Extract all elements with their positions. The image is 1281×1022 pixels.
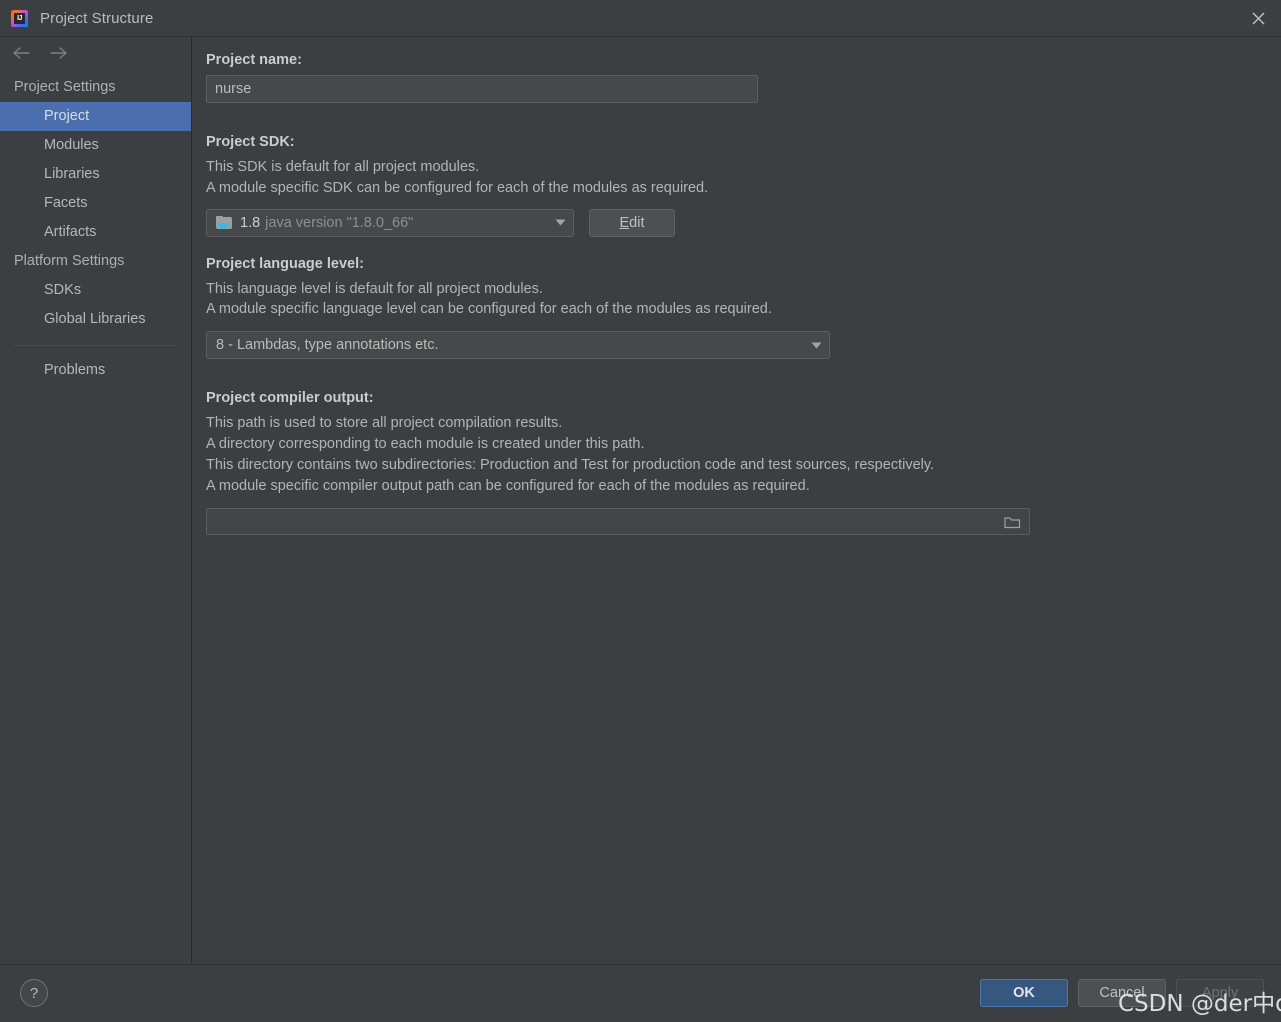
sidebar-item-project[interactable]: Project	[0, 102, 191, 131]
java-sdk-folder-icon	[216, 215, 233, 230]
help-button-label: ?	[29, 984, 39, 1002]
sidebar-separator	[14, 345, 177, 346]
sidebar-item-sdks[interactable]: SDKs	[0, 276, 191, 305]
language-level-description-line-1: This language level is default for all p…	[206, 280, 543, 297]
intellij-idea-icon-label: IJ	[14, 12, 25, 24]
project-name-value: nurse	[215, 81, 252, 97]
chevron-down-icon[interactable]	[547, 210, 573, 236]
tree-group-project-settings: Project Settings	[14, 79, 116, 95]
title-bar: IJ Project Structure	[0, 0, 1281, 37]
project-sdk-description-line-1: This SDK is default for all project modu…	[206, 159, 480, 175]
dialog-footer: ? OK Cancel Apply	[0, 964, 1281, 1022]
compiler-output-description-line-4: A module specific compiler output path c…	[206, 477, 810, 494]
project-sdk-version: 1.8	[240, 214, 261, 231]
ok-button[interactable]: OK	[980, 979, 1068, 1007]
folder-browse-icon[interactable]	[1004, 515, 1021, 529]
apply-button: Apply	[1176, 979, 1264, 1007]
arrow-right-icon[interactable]	[48, 43, 70, 63]
language-level-description-line-2: A module specific language level can be …	[206, 301, 772, 318]
compiler-output-description-line-1: This path is used to store all project c…	[206, 415, 563, 432]
edit-sdk-button[interactable]: Edit	[589, 208, 675, 237]
compiler-output-path-input[interactable]	[206, 508, 1030, 536]
compiler-output-label: Project compiler output:	[206, 390, 374, 407]
compiler-output-description-line-3: This directory contains two subdirectori…	[206, 456, 935, 473]
dialog-action-buttons: OK Cancel Apply	[980, 979, 1264, 1007]
cancel-button[interactable]: Cancel	[1078, 979, 1166, 1007]
project-sdk-description-line-2: A module specific SDK can be configured …	[206, 179, 709, 196]
arrow-left-icon[interactable]	[10, 43, 32, 63]
close-icon[interactable]	[1235, 0, 1281, 36]
sidebar-item-artifacts[interactable]: Artifacts	[0, 218, 191, 247]
project-structure-dialog: IJ Project Structure Project Settings Pr…	[0, 0, 1281, 1022]
tree-group-platform-settings: Platform Settings	[14, 253, 125, 269]
project-sdk-dropdown[interactable]: 1.8 java version "1.8.0_66"	[206, 208, 574, 237]
project-sdk-label: Project SDK:	[206, 134, 295, 150]
language-level-dropdown[interactable]: 8 - Lambdas, type annotations etc.	[206, 331, 830, 360]
settings-tree: Project Settings Project Modules Librari…	[0, 69, 191, 385]
sidebar-item-modules[interactable]: Modules	[0, 131, 191, 160]
intellij-idea-icon: IJ	[11, 9, 28, 27]
settings-content-panel: Project name: nurse Project SDK: This SD…	[193, 37, 1281, 963]
window-title: Project Structure	[40, 9, 154, 27]
language-level-label: Project language level:	[206, 255, 364, 272]
help-question-icon[interactable]: ?	[20, 979, 48, 1007]
edit-sdk-button-mnemonic: E	[619, 214, 630, 231]
edit-sdk-button-rest: dit	[629, 214, 645, 231]
project-name-label: Project name:	[206, 52, 302, 68]
chevron-down-icon[interactable]	[803, 332, 829, 358]
sidebar: Project Settings Project Modules Librari…	[0, 37, 192, 963]
sidebar-item-libraries[interactable]: Libraries	[0, 160, 191, 189]
compiler-output-description-line-2: A directory corresponding to each module…	[206, 435, 645, 452]
project-sdk-row: 1.8 java version "1.8.0_66" Edit	[206, 208, 1281, 237]
project-name-input[interactable]: nurse	[206, 75, 758, 103]
sidebar-item-facets[interactable]: Facets	[0, 189, 191, 218]
project-sdk-detail: java version "1.8.0_66"	[265, 214, 414, 231]
navigation-arrows	[0, 37, 191, 69]
language-level-value: 8 - Lambdas, type annotations etc.	[216, 337, 439, 354]
sidebar-item-problems[interactable]: Problems	[0, 356, 191, 385]
sidebar-item-global-libraries[interactable]: Global Libraries	[0, 305, 191, 334]
